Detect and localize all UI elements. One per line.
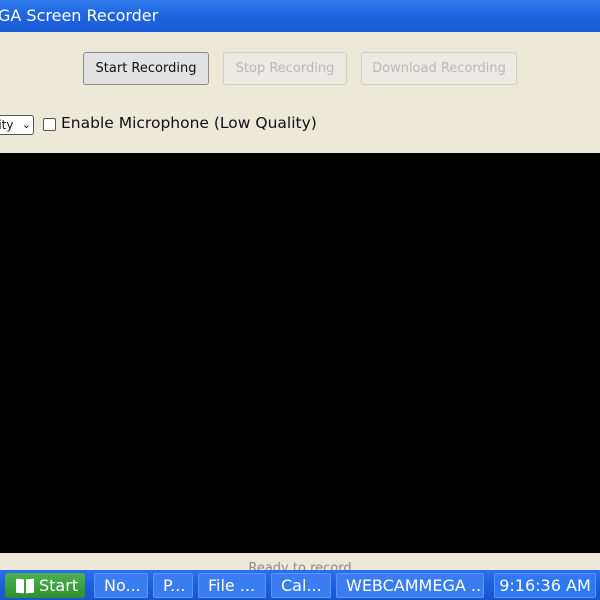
quality-select[interactable]: lity ⌄ — [0, 115, 34, 135]
taskbar: Start No... P... File ... Cal... WEBCAMM… — [0, 570, 600, 600]
start-recording-button[interactable]: Start Recording — [83, 52, 209, 85]
windows-logo-icon — [16, 578, 34, 594]
taskbar-item[interactable]: Cal... — [271, 573, 331, 598]
taskbar-item[interactable]: No... — [94, 573, 148, 598]
status-text: Ready to record — [248, 561, 352, 570]
window-title: GA Screen Recorder — [0, 6, 159, 25]
video-preview — [0, 153, 600, 553]
status-text-area: Ready to record — [0, 553, 600, 570]
microphone-label[interactable]: Enable Microphone (Low Quality) — [61, 114, 317, 132]
recording-options: lity ⌄ Enable Microphone (Low Quality) — [0, 113, 600, 137]
quality-select-value: lity — [0, 118, 14, 132]
window-titlebar[interactable]: GA Screen Recorder — [0, 0, 600, 32]
stop-recording-button[interactable]: Stop Recording — [223, 52, 347, 85]
recorder-window: GA Screen Recorder Start Recording Stop … — [0, 0, 600, 570]
download-recording-button[interactable]: Download Recording — [361, 52, 517, 85]
chevron-down-icon: ⌄ — [21, 118, 31, 131]
taskbar-clock: 9:16:36 AM — [494, 573, 596, 598]
taskbar-item[interactable]: File ... — [198, 573, 266, 598]
microphone-checkbox[interactable] — [43, 118, 56, 131]
start-menu-button[interactable]: Start — [5, 573, 85, 598]
taskbar-item[interactable]: WEBCAMMEGA ... — [336, 573, 484, 598]
taskbar-item[interactable]: P... — [153, 573, 193, 598]
start-menu-label: Start — [39, 576, 79, 595]
